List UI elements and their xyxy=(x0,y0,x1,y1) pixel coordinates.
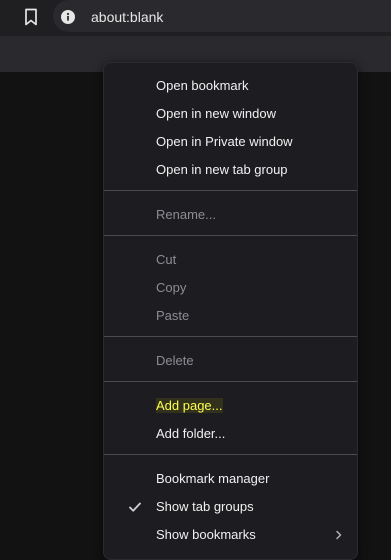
menu-item-open-bookmark[interactable]: Open bookmark xyxy=(156,78,249,94)
menu-item-add-page[interactable]: Add page... xyxy=(156,398,223,414)
menu-item-paste[interactable]: Paste xyxy=(156,308,189,324)
menu-item-open-new-window[interactable]: Open in new window xyxy=(156,106,276,122)
info-icon[interactable] xyxy=(61,10,75,24)
menu-item-rename[interactable]: Rename... xyxy=(156,207,216,223)
menu-separator xyxy=(104,235,357,236)
menu-item-show-tab-groups[interactable]: Show tab groups xyxy=(156,499,254,515)
menu-item-copy[interactable]: Copy xyxy=(156,280,186,296)
menu-separator xyxy=(104,190,357,191)
chevron-right-icon xyxy=(336,530,342,540)
menu-item-cut[interactable]: Cut xyxy=(156,252,176,268)
url-text[interactable]: about:blank xyxy=(91,8,163,26)
menu-separator xyxy=(104,454,357,455)
menu-item-delete[interactable]: Delete xyxy=(156,353,194,369)
menu-separator xyxy=(104,336,357,337)
menu-item-show-bookmarks[interactable]: Show bookmarks xyxy=(156,527,256,543)
menu-item-add-folder[interactable]: Add folder... xyxy=(156,426,225,442)
checkmark-icon xyxy=(129,502,141,512)
bookmark-icon xyxy=(25,8,37,26)
menu-separator xyxy=(104,381,357,382)
bookmark-button[interactable] xyxy=(20,6,42,28)
bookmark-context-menu: Open bookmark Open in new window Open in… xyxy=(103,62,358,560)
menu-item-open-new-tab-group[interactable]: Open in new tab group xyxy=(156,162,288,178)
menu-item-add-page-label: Add page... xyxy=(156,398,223,413)
menu-item-bookmark-manager[interactable]: Bookmark manager xyxy=(156,471,269,487)
menu-item-open-private-window[interactable]: Open in Private window xyxy=(156,134,293,150)
